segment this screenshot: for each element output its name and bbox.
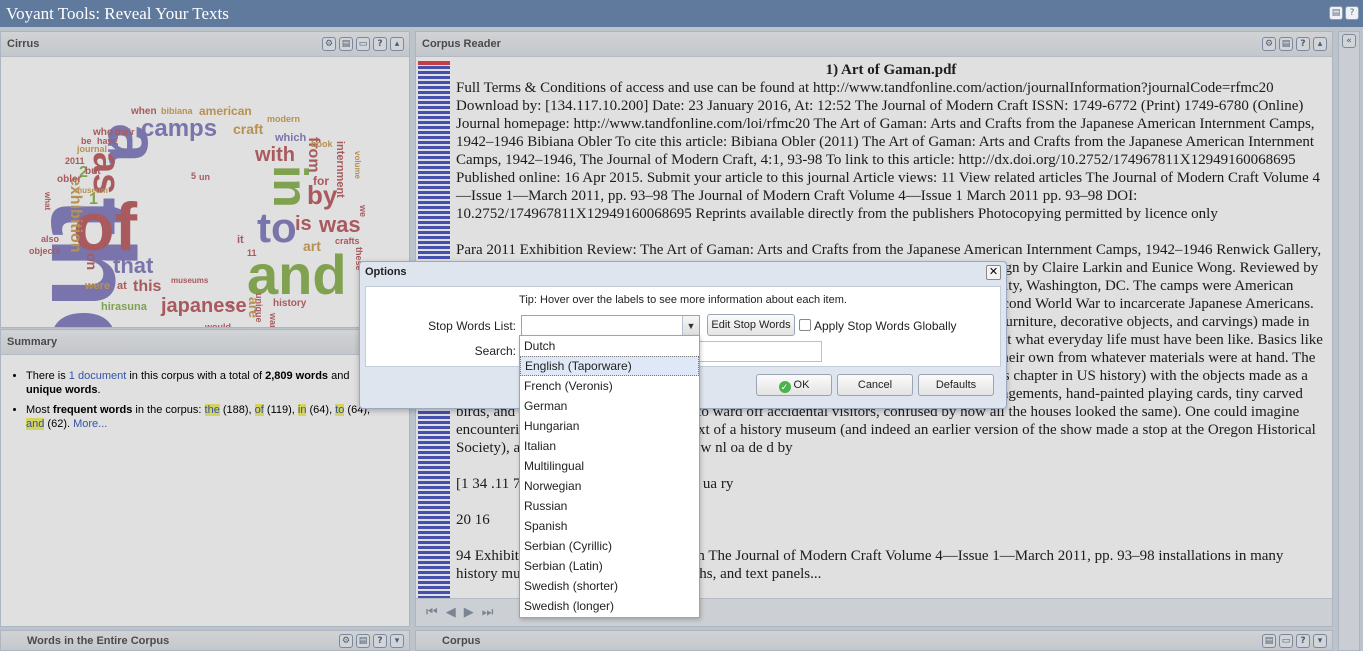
chevron-down-icon[interactable]: ▼ bbox=[682, 316, 699, 336]
check-icon: ✓ bbox=[778, 381, 791, 393]
stop-list-option[interactable]: Multilingual bbox=[520, 456, 699, 476]
defaults-button[interactable]: Defaults bbox=[918, 374, 994, 396]
ok-button[interactable]: ✓ OK bbox=[756, 374, 832, 396]
stop-list-option[interactable]: Spanish bbox=[520, 516, 699, 536]
stop-words-dropdown: Dutch English (Taporware) French (Veroni… bbox=[519, 335, 700, 618]
stop-list-option[interactable]: Serbian (Cyrillic) bbox=[520, 536, 699, 556]
edit-stop-words-button[interactable]: Edit Stop Words bbox=[707, 314, 795, 336]
apply-globally-checkbox[interactable] bbox=[799, 319, 811, 331]
stop-list-option-highlighted[interactable]: English (Taporware) bbox=[520, 356, 699, 376]
cancel-button[interactable]: Cancel bbox=[837, 374, 913, 396]
stop-words-select[interactable]: ▼ bbox=[521, 315, 700, 337]
export-icon[interactable]: ▤ bbox=[1329, 6, 1343, 20]
stop-list-option[interactable]: Swedish (shorter) bbox=[520, 576, 699, 596]
stop-list-option[interactable]: German bbox=[520, 396, 699, 416]
stop-list-option[interactable]: Dutch bbox=[520, 336, 699, 356]
stop-list-option[interactable]: Norwegian bbox=[520, 476, 699, 496]
stop-list-option[interactable]: Italian bbox=[520, 436, 699, 456]
stop-list-option[interactable]: Hungarian bbox=[520, 416, 699, 436]
search-label: Search: bbox=[474, 344, 516, 358]
help-icon[interactable]: ? bbox=[1345, 6, 1359, 20]
close-icon[interactable]: ✕ bbox=[986, 265, 1001, 280]
app-title: Voyant Tools: Reveal Your Texts bbox=[6, 4, 229, 23]
app-title-bar: Voyant Tools: Reveal Your Texts ▤ ? bbox=[0, 0, 1363, 27]
apply-globally-label: Apply Stop Words Globally bbox=[814, 319, 957, 333]
stop-list-option[interactable]: Swedish (longer) bbox=[520, 596, 699, 616]
stop-list-option[interactable]: Russian bbox=[520, 496, 699, 516]
app-window: Voyant Tools: Reveal Your Texts ▤ ? Cirr… bbox=[0, 0, 1363, 651]
stop-list-option[interactable]: Serbian (Latin) bbox=[520, 556, 699, 576]
stop-list-option[interactable]: French (Veronis) bbox=[520, 376, 699, 396]
dialog-title: Options bbox=[365, 266, 407, 278]
dialog-tip: Tip: Hover over the labels to see more i… bbox=[519, 294, 847, 306]
stop-words-label: Stop Words List: bbox=[428, 319, 516, 333]
